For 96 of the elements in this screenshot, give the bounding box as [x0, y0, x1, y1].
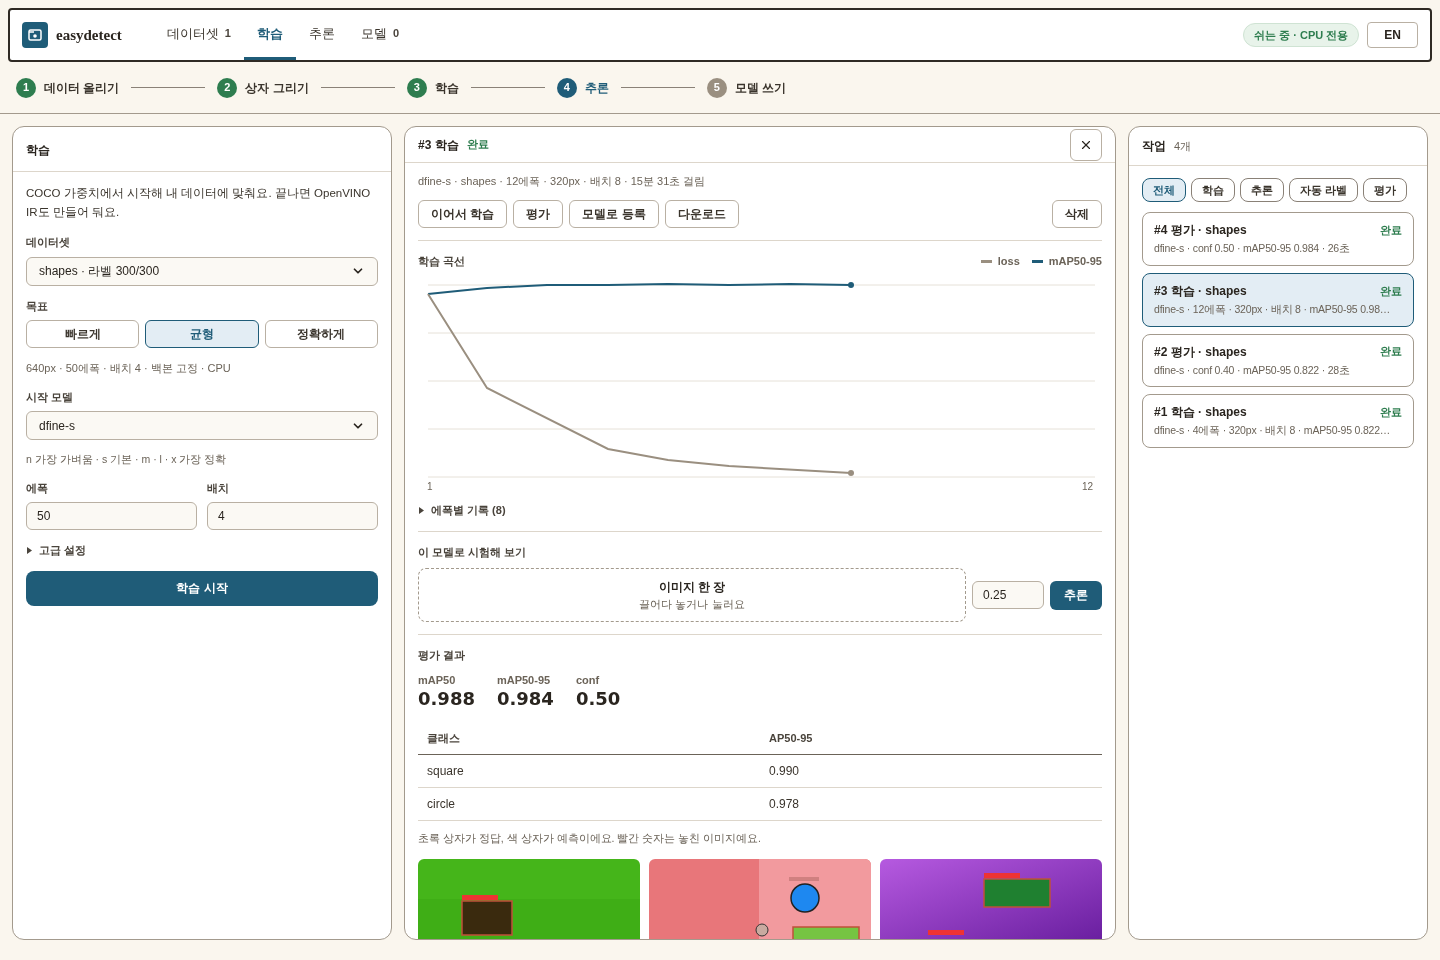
job-count: 4개 — [1174, 138, 1192, 154]
job-card[interactable]: #2 평가 · shapes 완료 dfine-s · conf 0.40 · mAP50-95 0.822 · 28초 — [1142, 333, 1414, 388]
drop-zone-hint: 끌어다 놓거나 눌러요 — [639, 597, 745, 612]
nav-tab[interactable]: 모델 0 — [347, 10, 413, 60]
step-label: 데이터 올리기 — [44, 79, 120, 97]
action-button[interactable]: 모델로 등록 — [569, 199, 659, 228]
model-select[interactable]: dfine-s — [26, 411, 378, 440]
goal-button[interactable]: 균형 — [145, 320, 259, 348]
status-text: 완료 — [1380, 344, 1402, 360]
table-cell: square — [427, 764, 464, 779]
dataset-select[interactable]: shapes · 라벨 300/300 — [26, 256, 378, 286]
field-label: 에폭 — [26, 480, 49, 496]
filter-chip[interactable]: 추론 — [1240, 178, 1284, 202]
job-card[interactable]: #1 학습 · shapes 완료 dfine-s · 4에폭 · 320px · 배치 8 · mAP50-95 0.822… — [1142, 394, 1414, 448]
caret-icon — [418, 507, 425, 514]
status-text: 완료 — [1380, 283, 1402, 299]
step-label: 상자 그리기 — [245, 79, 309, 97]
step-label: 모델 쓰기 — [734, 79, 787, 97]
job-title: #4 평가 · shapes — [1154, 222, 1248, 239]
confidence-field[interactable]: 0.25 — [972, 581, 1044, 610]
description: COCO 가중치에서 시작해 내 데이터에 맞춰요. 끝나면 OpenVINO IR도 만들어 둬요. — [26, 186, 372, 220]
column-header: AP50-95 — [769, 732, 813, 745]
table-cell: 0.978 — [769, 797, 800, 812]
filter-chip[interactable]: 학습 — [1191, 178, 1235, 202]
step-number: 3 — [406, 77, 427, 98]
panel-title: #3 학습 — [418, 136, 459, 154]
job-card[interactable]: #3 학습 · shapes 완료 dfine-s · 12에폭 · 320px · 배치 8 · mAP50-95 0.98… — [1142, 272, 1414, 327]
goal-button[interactable]: 빠르게 — [26, 320, 140, 348]
close-button[interactable] — [1070, 128, 1102, 161]
job-summary: dfine-s · shapes · 12에폭 · 320px · 배치 8 · 15분 31초 걸림 — [418, 174, 707, 190]
epoch-log-toggle[interactable]: 에폭별 기록 (8) — [418, 502, 506, 519]
filter-chip[interactable]: 전체 — [1142, 178, 1186, 202]
metric-label: mAP50-95 — [496, 672, 552, 688]
advanced-settings-toggle[interactable]: 고급 설정 — [26, 542, 87, 559]
metric-label: conf — [575, 672, 601, 688]
step-number: 1 — [16, 77, 36, 98]
step-number: 2 — [217, 77, 238, 98]
table-cell: circle — [427, 797, 455, 812]
status-text: 완료 — [1380, 405, 1402, 420]
status-text: 완료 — [1380, 222, 1402, 238]
axis-label: 1 — [427, 480, 433, 495]
filter-chip[interactable]: 자동 라벨 — [1289, 178, 1359, 202]
legend-label: mAP50-95 — [1048, 253, 1102, 269]
job-title: #2 평가 · shapes — [1154, 343, 1248, 361]
action-button[interactable]: 평가 — [513, 199, 564, 228]
filter-chip[interactable]: 평가 — [1363, 178, 1408, 202]
drop-zone-title: 이미지 한 장 — [658, 579, 726, 596]
field-label: 목표 — [26, 298, 49, 314]
job-meta: dfine-s · 12에폭 · 320px · 배치 8 · mAP50-95 0.98… — [1154, 301, 1392, 317]
column-header: 클래스 — [427, 732, 460, 745]
action-button[interactable]: 이어서 학습 — [418, 199, 508, 228]
panel-title: 작업 — [1142, 138, 1166, 155]
metric-value: 0.50 — [575, 688, 621, 711]
job-title: #3 학습 · shapes — [1154, 282, 1248, 300]
caret-icon — [26, 547, 33, 554]
delete-button[interactable]: 삭제 — [1052, 199, 1102, 228]
epochs-field[interactable]: 50 — [26, 502, 197, 531]
metric-label: mAP50 — [418, 672, 457, 688]
step-label: 추론 — [584, 79, 609, 97]
status-text: 완료 — [466, 137, 489, 153]
metric-value: 0.984 — [496, 688, 554, 711]
language-button[interactable]: EN — [1367, 22, 1418, 48]
field-label: 데이터셋 — [26, 235, 71, 250]
table-cell: 0.990 — [769, 764, 800, 779]
step-label: 학습 — [434, 79, 459, 97]
start-training-button[interactable]: 학습 시작 — [26, 570, 378, 606]
job-meta: dfine-s · 4에폭 · 320px · 배치 8 · mAP50-95 0.822… — [1154, 423, 1392, 439]
legend-label: loss — [997, 253, 1020, 269]
status-badge: 쉬는 중 · CPU 전용 — [1243, 22, 1360, 48]
section-title: 평가 결과 — [418, 648, 467, 664]
section-title: 학습 곡선 — [418, 253, 466, 269]
logo-icon — [22, 22, 48, 48]
image-drop-zone[interactable]: 이미지 한 장 끌어다 놓거나 눌러요 — [418, 568, 966, 623]
run-inference-button[interactable]: 추론 — [1050, 580, 1102, 610]
step-number: 4 — [556, 77, 577, 98]
step-number: 5 — [706, 77, 727, 98]
job-card[interactable]: #4 평가 · shapes 완료 dfine-s · conf 0.50 · mAP50-95 0.984 · 26초 — [1142, 212, 1414, 266]
job-meta: dfine-s · conf 0.50 · mAP50-95 0.984 · 26초 — [1154, 241, 1351, 256]
job-title: #1 학습 · shapes — [1154, 404, 1248, 422]
goal-button[interactable]: 정확하게 — [264, 320, 378, 348]
job-meta: dfine-s · conf 0.40 · mAP50-95 0.822 · 28초 — [1154, 362, 1351, 378]
hint-text: 640px · 50에폭 · 배치 4 · 백본 고정 · CPU — [26, 361, 232, 376]
axis-label: 12 — [1081, 480, 1093, 495]
metric-value: 0.988 — [418, 688, 475, 711]
action-button[interactable]: 다운로드 — [664, 199, 739, 228]
field-label: 시작 모델 — [26, 389, 75, 405]
field-label: 배치 — [207, 480, 230, 496]
legend-note: 초록 상자가 정답, 색 상자가 예측이에요. 빨간 숫자는 놓친 이미지예요. — [418, 831, 762, 847]
panel-title: 학습 — [26, 143, 50, 157]
app-logo: easydetect — [56, 25, 122, 45]
nav-tab[interactable]: 학습 — [243, 10, 296, 60]
nav-tab[interactable]: 추론 — [295, 10, 348, 60]
nav-tab[interactable]: 데이터셋 1 — [153, 10, 244, 60]
section-title: 이 모델로 시험해 보기 — [418, 544, 528, 560]
batch-field[interactable]: 4 — [207, 502, 378, 531]
hint-text: n 가장 가벼움 · s 기본 · m · l · x 가장 정확 — [26, 452, 228, 467]
